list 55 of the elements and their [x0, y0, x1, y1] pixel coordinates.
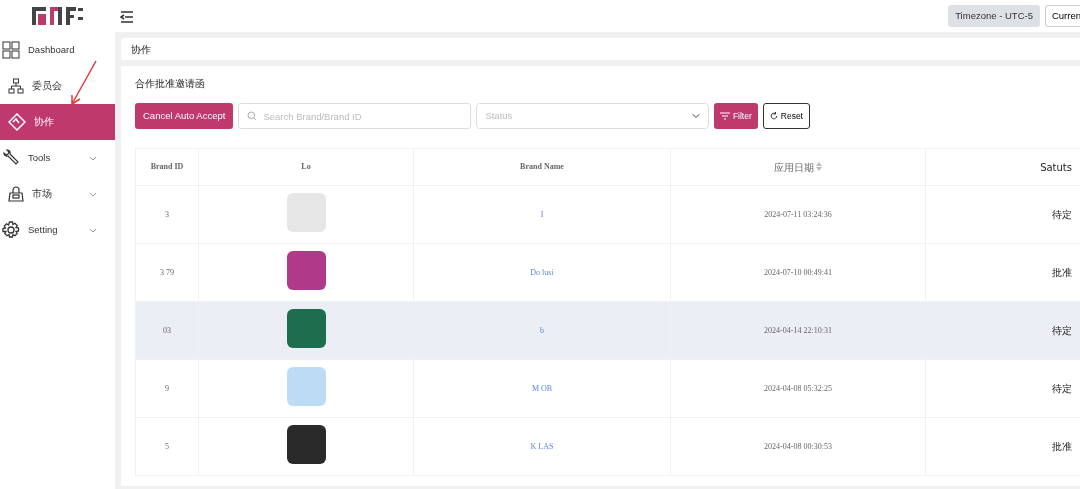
filter-button[interactable]: Filter: [714, 103, 758, 129]
currency-button[interactable]: Curren: [1044, 4, 1080, 28]
refresh-icon: [769, 112, 778, 120]
filter-icon: [720, 112, 731, 120]
date-text: 2024-07-10 00:49:41: [764, 267, 832, 277]
table-row[interactable]: 5 K LAS 2024-04-08 00:30:53 批准: [135, 417, 1080, 476]
brand-logo: [31, 7, 84, 25]
table-row[interactable]: 9 M OB 2024-04-08 05:32:25 待定: [135, 359, 1080, 418]
settings-icon: [2, 221, 20, 239]
table-row[interactable]: 03 b 2024-04-14 22:10:31 待定: [135, 301, 1080, 360]
date-text: 2024-04-08 00:30:53: [764, 441, 832, 451]
bag-icon: [8, 186, 24, 202]
search-field[interactable]: Search Brand/Brand ID: [238, 103, 472, 129]
brand-id: 3: [165, 209, 169, 219]
wrench-icon: [2, 149, 20, 167]
date-text: 2024-04-08 05:32:25: [764, 383, 832, 393]
sidebar-item[interactable]: 协作: [0, 104, 115, 140]
column-header[interactable]: 应用日期: [773, 161, 814, 173]
date-text: 2024-04-14 22:10:31: [764, 325, 832, 335]
menu-icon[interactable]: [120, 8, 134, 24]
sidebar-item[interactable]: Tools: [0, 140, 115, 176]
table-row[interactable]: 3 79 Do lusi 2024-07-10 00:49:41 批准: [135, 243, 1080, 302]
status-text: 待定: [1052, 383, 1072, 394]
brand-id: 03: [163, 325, 171, 335]
breadcrumb: 协作: [131, 42, 151, 57]
org-chart-icon: [8, 78, 24, 94]
column-header: Brand ID: [135, 148, 199, 186]
search-icon: [247, 111, 258, 121]
brand-name-link[interactable]: M OB: [531, 383, 553, 393]
table-row[interactable]: 3 I 2024-07-11 03:24:36 待定: [135, 185, 1080, 244]
brand-name-link[interactable]: K LAS: [530, 441, 554, 451]
diamond-icon: [8, 113, 26, 131]
brand-id: 9: [165, 383, 169, 393]
brand-name-link[interactable]: Do lusi: [530, 267, 554, 277]
dashboard-grid-icon: [2, 41, 20, 59]
sidebar-item[interactable]: 委员会: [0, 68, 115, 104]
date-text: 2024-07-11 03:24:36: [764, 209, 832, 219]
sidebar-item[interactable]: 市场: [0, 176, 115, 212]
cancel-auto-accept-button[interactable]: Cancel Auto Accept: [135, 103, 234, 129]
column-header: Brand Name: [413, 148, 671, 186]
status-text: 待定: [1052, 325, 1072, 336]
annotation-arrow: [68, 60, 98, 108]
sidebar-item[interactable]: Setting: [0, 212, 115, 248]
sidebar-item[interactable]: Dashboard: [0, 32, 115, 68]
timezone-badge: Timezone - UTC-5: [948, 4, 1040, 28]
status-text: 待定: [1052, 209, 1072, 220]
card-title: 合作批准邀请函: [135, 77, 206, 91]
status-text: 批准: [1052, 267, 1072, 278]
brand-id: 5: [165, 441, 169, 451]
column-header: Lo: [198, 148, 414, 186]
column-header: Satuts: [925, 148, 1080, 186]
brand-id: 3 79: [160, 267, 174, 277]
reset-button[interactable]: Reset: [762, 103, 810, 129]
brand-name-link[interactable]: I: [540, 209, 544, 219]
status-text: 批准: [1052, 441, 1072, 452]
